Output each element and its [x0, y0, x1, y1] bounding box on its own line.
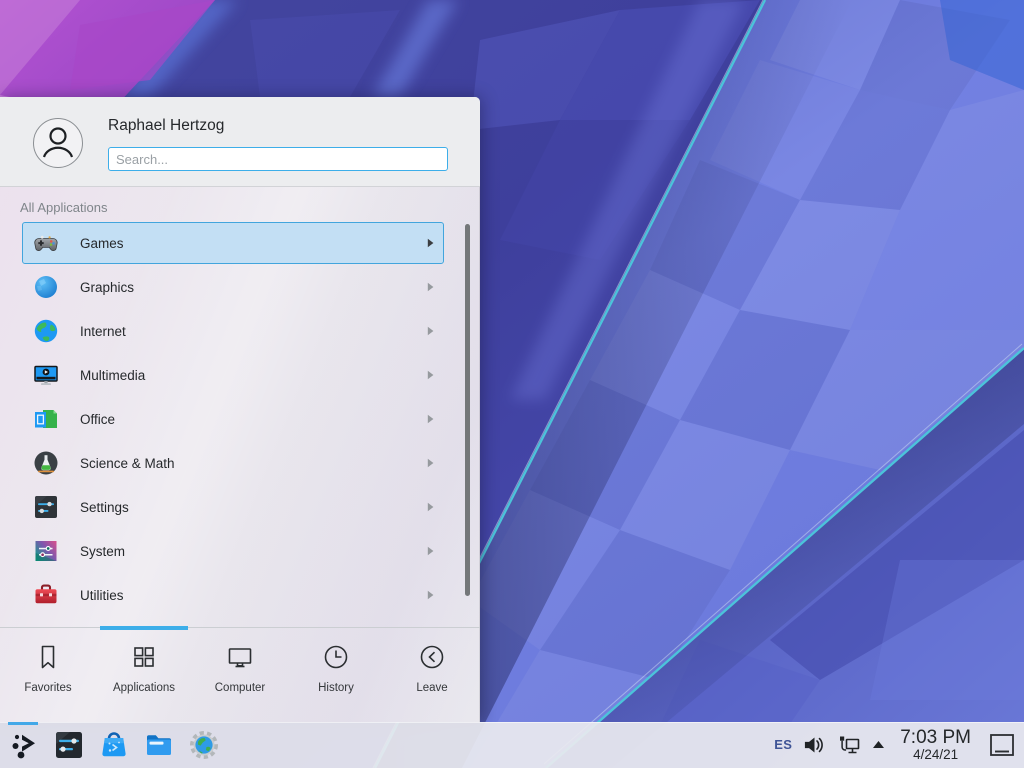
category-label: Games: [80, 236, 124, 251]
category-item-settings[interactable]: Settings: [22, 486, 444, 528]
category-label: Office: [80, 412, 115, 427]
launcher-tabbar: Favorites Applications Computer History Leav…: [0, 627, 480, 722]
submenu-arrow-icon: [427, 326, 434, 336]
category-item-graphics[interactable]: Graphics: [22, 266, 444, 308]
system-tray: ES 7:03 PM 4/24/21: [774, 728, 1024, 761]
tab-favorites[interactable]: Favorites: [0, 628, 96, 722]
tab-history[interactable]: History: [288, 628, 384, 722]
submenu-arrow-icon: [427, 502, 434, 512]
volume-icon[interactable]: [803, 735, 826, 755]
file-manager-button[interactable]: [143, 729, 175, 761]
grid-icon: [129, 642, 159, 677]
leave-icon: [417, 642, 447, 677]
submenu-arrow-icon: [427, 414, 434, 424]
submenu-arrow-icon: [427, 282, 434, 292]
tab-applications[interactable]: Applications: [96, 628, 192, 722]
tab-leave[interactable]: Leave: [384, 628, 480, 722]
monitor-icon: [225, 642, 255, 677]
application-launcher-button[interactable]: [8, 729, 40, 761]
desktop: { "wallpaper": { "name": "kde-plasma-abs…: [0, 0, 1024, 768]
bookmark-icon: [33, 642, 63, 677]
taskbar-pinned-apps: [0, 729, 220, 761]
web-browser-button[interactable]: [188, 729, 220, 761]
clock-time: 7:03 PM: [900, 728, 971, 747]
list-scrollbar[interactable]: [465, 224, 470, 596]
submenu-arrow-icon: [427, 370, 434, 380]
category-item-multimedia[interactable]: Multimedia: [22, 354, 444, 396]
show-desktop-button[interactable]: [988, 731, 1016, 759]
category-item-system[interactable]: System: [22, 530, 444, 572]
expand-arrow-icon[interactable]: [872, 740, 885, 749]
discover-button[interactable]: [98, 729, 130, 761]
internet-icon: [32, 317, 60, 345]
category-label: Utilities: [80, 588, 124, 603]
keyboard-layout-indicator[interactable]: ES: [774, 737, 792, 752]
section-label: All Applications: [20, 200, 107, 215]
tab-label: Leave: [416, 682, 447, 694]
submenu-arrow-icon: [427, 458, 434, 468]
system-settings-button[interactable]: [53, 729, 85, 761]
category-item-utilities[interactable]: Utilities: [22, 574, 444, 616]
category-label: Multimedia: [80, 368, 145, 383]
category-item-science-math[interactable]: Science & Math: [22, 442, 444, 484]
application-launcher-menu: Raphael Hertzog All Applications Games Gr…: [0, 97, 480, 722]
user-name: Raphael Hertzog: [108, 117, 224, 135]
submenu-arrow-icon: [427, 546, 434, 556]
category-item-games[interactable]: Games: [22, 222, 444, 264]
utilities-icon: [32, 581, 60, 609]
category-label: Graphics: [80, 280, 134, 295]
folder-icon: [143, 729, 175, 761]
graphics-icon: [32, 273, 60, 301]
category-label: Internet: [80, 324, 126, 339]
clock-icon: [321, 642, 351, 677]
category-item-help[interactable]: Help: [22, 618, 444, 627]
search-input[interactable]: [108, 147, 448, 171]
category-list: Games Graphics Internet Multimedia Office Sci…: [0, 222, 480, 627]
system-settings-icon: [53, 729, 85, 761]
globe-gear-icon: [188, 729, 220, 761]
category-item-internet[interactable]: Internet: [22, 310, 444, 352]
category-item-office[interactable]: Office: [22, 398, 444, 440]
tab-computer[interactable]: Computer: [192, 628, 288, 722]
discover-icon: [98, 729, 130, 761]
settings-icon: [32, 493, 60, 521]
tab-label: History: [318, 682, 354, 694]
science-icon: [32, 449, 60, 477]
category-label: Settings: [80, 500, 129, 515]
tab-label: Favorites: [24, 682, 71, 694]
digital-clock[interactable]: 7:03 PM 4/24/21: [900, 728, 971, 761]
category-label: System: [80, 544, 125, 559]
system-icon: [32, 537, 60, 565]
category-label: Science & Math: [80, 456, 175, 471]
kde-launcher-icon: [8, 729, 40, 761]
office-icon: [32, 405, 60, 433]
active-tab-indicator: [100, 626, 188, 630]
clock-date: 4/24/21: [913, 748, 958, 762]
gamepad-icon: [32, 229, 60, 257]
multimedia-icon: [32, 361, 60, 389]
tab-label: Applications: [113, 682, 175, 694]
launcher-header: Raphael Hertzog: [0, 97, 480, 187]
submenu-arrow-icon: [427, 590, 434, 600]
submenu-arrow-icon: [427, 238, 434, 248]
user-avatar-icon[interactable]: [32, 117, 84, 169]
taskbar: ES 7:03 PM 4/24/21: [0, 722, 1024, 768]
tab-label: Computer: [215, 682, 266, 694]
network-icon[interactable]: [837, 734, 861, 756]
